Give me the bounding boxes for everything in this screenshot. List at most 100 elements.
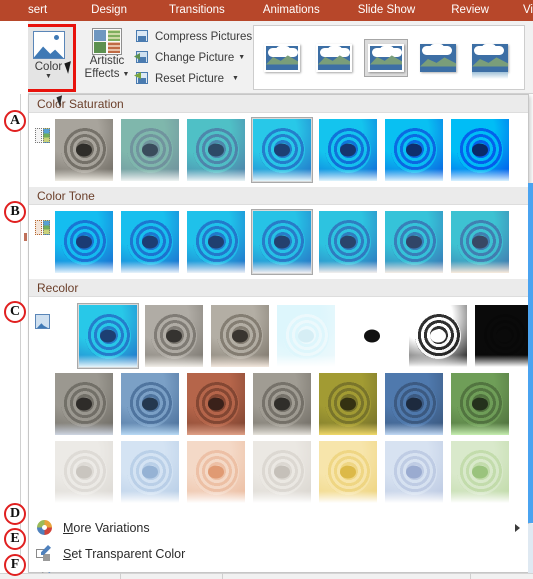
vertical-scrollbar-track[interactable] [528, 524, 533, 579]
more-variations-label: More Variations [63, 521, 150, 535]
vertical-scrollbar[interactable] [528, 183, 533, 523]
thumbnail-saturation-100[interactable] [251, 117, 313, 183]
thumbnail-dark-variation-steelblue[interactable] [383, 371, 445, 437]
shell-preview [121, 373, 179, 435]
shell-preview [187, 119, 245, 181]
picture-commands-list: Compress Pictures Change Picture ▼ Reset… [134, 26, 252, 89]
thumbnail-dark-variation-blue[interactable] [119, 371, 181, 437]
tab-view[interactable]: View [523, 0, 533, 21]
menu-item-more-variations[interactable]: More Variations [29, 515, 528, 541]
shell-preview [55, 441, 113, 503]
chevron-down-icon[interactable]: ▼ [123, 68, 130, 81]
thumbnail-dark-variation-olive[interactable] [317, 371, 379, 437]
compress-pictures-icon [134, 29, 150, 44]
section-header-color-tone: Color Tone [29, 187, 528, 205]
color-tone-gallery [29, 205, 528, 279]
section-header-color-saturation: Color Saturation [29, 95, 528, 113]
change-picture-icon [134, 50, 150, 65]
thumbnail-light-variation-gold[interactable] [317, 439, 379, 505]
thumbnail-temperature-5900K[interactable] [185, 209, 247, 275]
tab-transitions[interactable]: Transitions [169, 0, 225, 21]
shell-preview [277, 305, 335, 367]
thumbnail-dark-variation-orange[interactable] [185, 371, 247, 437]
shell-preview [343, 305, 401, 367]
tone-icon [33, 219, 53, 237]
shell-preview [253, 119, 311, 181]
shell-preview [385, 373, 443, 435]
shell-preview [409, 305, 467, 367]
picture-style-reflected-rounded-rectangle[interactable] [468, 39, 512, 79]
tab-review[interactable]: Review [451, 0, 489, 21]
bottom-seam [470, 573, 471, 579]
shell-preview [385, 211, 443, 273]
thumbnail-temperature-7200K[interactable] [317, 209, 379, 275]
picture-style-simple-frame-white[interactable] [260, 39, 304, 77]
color-button[interactable]: Color ▼ [21, 24, 76, 92]
thumbnail-washout[interactable] [275, 303, 337, 369]
shell-preview [187, 211, 245, 273]
shell-preview [79, 305, 137, 367]
thumbnail-saturation-0[interactable] [53, 117, 115, 183]
thumbnail-light-variation-warmgray[interactable] [251, 439, 313, 505]
picture-style-metal-frame[interactable] [364, 38, 408, 77]
tab-insert[interactable]: sert [28, 0, 47, 21]
thumbnail-black-and-white-50[interactable] [407, 303, 469, 369]
thumbnail-light-variation-blue[interactable] [119, 439, 181, 505]
artistic-effects-button[interactable]: Artistic Effects ▼ [80, 24, 134, 92]
compress-pictures-button[interactable]: Compress Pictures [134, 26, 252, 47]
thumbnail-temperature-4700K[interactable] [53, 209, 115, 275]
tab-slide-show[interactable]: Slide Show [358, 0, 416, 21]
chevron-down-icon[interactable]: ▼ [45, 73, 52, 80]
thumbnail-temperature-8800K[interactable] [383, 209, 445, 275]
shell-preview [55, 119, 113, 181]
shell-preview [253, 211, 311, 273]
thumbnail-saturation-133[interactable] [317, 117, 379, 183]
thumbnail-no-recolor[interactable] [77, 303, 139, 369]
thumbnail-sepia[interactable] [209, 303, 271, 369]
reset-picture-button[interactable]: Reset Picture ▼ [134, 68, 246, 89]
ruler-tick [24, 233, 27, 241]
thumbnail-saturation-33[interactable] [119, 117, 181, 183]
thumbnail-light-variation-green[interactable] [449, 439, 511, 505]
thumbnail-saturation-300[interactable] [449, 117, 511, 183]
shell-preview [319, 211, 377, 273]
shell-preview [187, 441, 245, 503]
artistic-effects-label-line2: Effects [84, 68, 120, 80]
thumbnail-temperature-5300K[interactable] [119, 209, 181, 275]
change-picture-button[interactable]: Change Picture ▼ [134, 47, 246, 68]
thumbnail-dark-variation-green[interactable] [449, 371, 511, 437]
shell-preview [55, 373, 113, 435]
shell-preview [187, 373, 245, 435]
shell-preview [385, 119, 443, 181]
chevron-down-icon[interactable]: ▼ [232, 75, 239, 82]
shell-preview [475, 305, 533, 367]
picture-style-drop-shadow-rectangle[interactable] [416, 39, 460, 77]
annotation-circle-a: A [4, 110, 26, 132]
thumbnail-light-variation-steelblue[interactable] [383, 439, 445, 505]
tab-animations[interactable]: Animations [263, 0, 320, 21]
thumbnail-temperature-6500K[interactable] [251, 209, 313, 275]
shell-preview [121, 211, 179, 273]
recolor-gallery [29, 297, 533, 509]
picture-style-beveled-matte-white[interactable] [312, 39, 356, 77]
thumbnail-black-and-white-75[interactable] [473, 303, 533, 369]
menu-item-set-transparent-color[interactable]: Set Transparent Color [29, 541, 528, 567]
thumbnail-saturation-66[interactable] [185, 117, 247, 183]
bottom-ribbon-edge [0, 573, 533, 579]
thumbnail-grayscale[interactable] [143, 303, 205, 369]
thumbnail-dark-variation-warmgray[interactable] [251, 371, 313, 437]
tab-design[interactable]: Design [91, 0, 127, 21]
thumbnail-black-and-white-25[interactable] [341, 303, 403, 369]
recolor-icon [33, 313, 53, 331]
ribbon-tab-bar: sert Design Transitions Animations Slide… [0, 0, 533, 21]
thumbnail-saturation-200[interactable] [383, 117, 445, 183]
thumbnail-dark-variation-gray[interactable] [53, 371, 115, 437]
thumbnail-light-variation-orange[interactable] [185, 439, 247, 505]
thumbnail-light-variation-gray[interactable] [53, 439, 115, 505]
shell-preview [319, 373, 377, 435]
picture-styles-gallery [253, 25, 525, 90]
chevron-down-icon[interactable]: ▼ [238, 54, 245, 61]
thumbnail-temperature-11200K[interactable] [449, 209, 511, 275]
transparent-color-icon [35, 545, 55, 563]
shell-preview [319, 441, 377, 503]
